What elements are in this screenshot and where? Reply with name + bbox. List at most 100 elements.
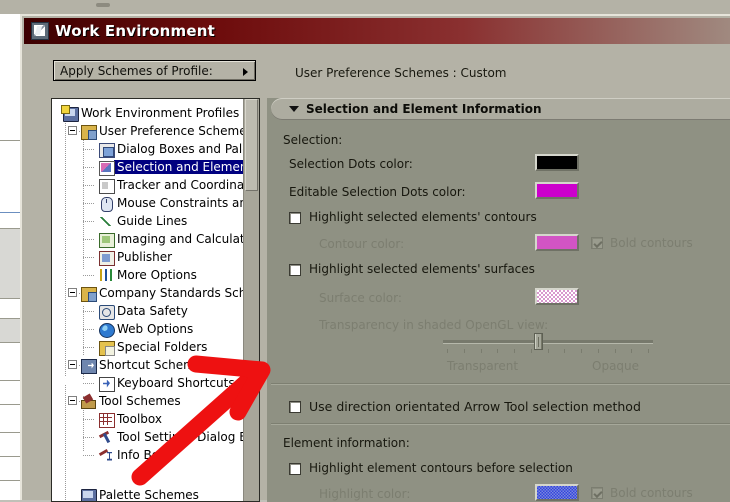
- tree-connector: [83, 203, 95, 204]
- keyboard-shortcuts-icon: [98, 376, 114, 391]
- tree-item-keyboard-shortcuts[interactable]: Keyboard Shortcuts: [98, 374, 235, 392]
- tree-connector: [83, 383, 95, 384]
- tree-item-tracker-and-coordinate-i[interactable]: Tracker and Coordinate I: [98, 176, 260, 194]
- checkbox-highlight-bold-contours[interactable]: [591, 487, 603, 499]
- tree-connector: [83, 329, 95, 330]
- swatch-highlight-color[interactable]: [535, 484, 579, 501]
- tree-item-label: Selection and Element In: [114, 160, 260, 174]
- label-highlight-bold-contours: Bold contours: [610, 486, 693, 500]
- section-body: Selection: Selection Dots color: Editabl…: [271, 123, 730, 502]
- swatch-contour-color[interactable]: [535, 234, 579, 251]
- tree-expander-minus-icon[interactable]: [68, 396, 77, 405]
- triangle-right-icon: [243, 68, 248, 76]
- label-editable-selection-dots-color: Editable Selection Dots color:: [289, 185, 466, 199]
- tree-item-label: Shortcut Schemes: [96, 358, 208, 372]
- tree-item-guide-lines[interactable]: Guide Lines: [98, 212, 187, 230]
- tree-item-more-options[interactable]: More Options: [98, 266, 197, 284]
- swatch-selection-dots-color[interactable]: [535, 154, 579, 171]
- tree-item-work-environment-profiles[interactable]: Work Environment Profiles: [62, 104, 239, 122]
- transparency-slider-thumb[interactable]: [534, 333, 543, 350]
- tree-connector: [65, 117, 66, 377]
- tree-item-label: Company Standards Scheme: [96, 286, 260, 300]
- tree-item-label: Tool Schemes: [96, 394, 181, 408]
- tree-connector: [65, 385, 66, 502]
- label-contour-color: Contour color:: [319, 237, 404, 251]
- tree-item-user-preference-schemes[interactable]: User Preference Schemes: [80, 122, 253, 140]
- checkbox-highlight-selected-contours[interactable]: [289, 212, 301, 224]
- guide-lines-icon: [98, 214, 114, 229]
- more-options-icon: [98, 268, 114, 283]
- tree-item-label: Keyboard Shortcuts: [114, 376, 235, 390]
- label-transparent: Transparent: [447, 359, 518, 373]
- tree-item-shortcut-schemes[interactable]: Shortcut Schemes: [80, 356, 208, 374]
- tree-item-label: Dialog Boxes and Palette: [114, 142, 260, 156]
- tree-item-web-options[interactable]: Web Options: [98, 320, 193, 338]
- checkbox-bold-contours[interactable]: [591, 237, 603, 249]
- group-label-element-information: Element information:: [283, 436, 410, 450]
- tree-item-publisher[interactable]: Publisher: [98, 248, 172, 266]
- label-opaque: Opaque: [592, 359, 639, 373]
- tree-connector: [83, 437, 95, 438]
- tree-item-label: Info Box: [114, 448, 166, 462]
- tree-expander-minus-icon[interactable]: [68, 360, 77, 369]
- tree-item-selection-and-element-in[interactable]: Selection and Element In: [98, 158, 260, 176]
- label-highlight-selected-surfaces: Highlight selected elements' surfaces: [309, 262, 535, 276]
- label-highlight-selected-contours: Highlight selected elements' contours: [309, 210, 537, 224]
- caret-down-icon[interactable]: [289, 106, 299, 112]
- tool-settings-icon: [98, 430, 114, 445]
- toolbox-icon: [98, 412, 114, 427]
- label-surface-color: Surface color:: [319, 291, 402, 305]
- dialog-boxes-icon: [98, 142, 114, 157]
- tree-expander-minus-icon[interactable]: [68, 126, 77, 135]
- tree-item-toolbox[interactable]: Toolbox: [98, 410, 162, 428]
- tree-item-info-box[interactable]: Info Box: [98, 446, 166, 464]
- slider-tick: [464, 349, 465, 353]
- divider: [271, 423, 730, 425]
- tree-item-label: Imaging and Calculation: [114, 232, 260, 246]
- tree-scrollbar-thumb[interactable]: [245, 99, 258, 191]
- tree-item-mouse-constraints-and-m[interactable]: Mouse Constraints and M: [98, 194, 260, 212]
- tree-item-tool-settings-dialog-box[interactable]: Tool Settings Dialog Box: [98, 428, 260, 446]
- slider-tick: [564, 349, 565, 353]
- tree-item-label: User Preference Schemes: [96, 124, 253, 138]
- checkbox-highlight-selected-surfaces[interactable]: [289, 264, 301, 276]
- tree-scrollbar[interactable]: [243, 99, 259, 501]
- scheme-tree[interactable]: Work Environment ProfilesUser Preference…: [52, 99, 244, 501]
- tree-connector: [83, 239, 95, 240]
- tree-item-data-safety[interactable]: Data Safety: [98, 302, 188, 320]
- tree-item-label: Data Safety: [114, 304, 188, 318]
- publisher-icon: [98, 250, 114, 265]
- tree-item-label: Special Folders: [114, 340, 207, 354]
- tree-item-dialog-boxes-and-palette[interactable]: Dialog Boxes and Palette: [98, 140, 260, 158]
- window-titlebar[interactable]: Work Environment: [24, 18, 730, 44]
- scheme-tree-panel: Work Environment Profiles User Preference…: [51, 98, 260, 502]
- checkbox-use-direction-orientated-arrow-tool[interactable]: [289, 401, 301, 413]
- tree-connector: [83, 126, 84, 269]
- swatch-surface-color[interactable]: [535, 288, 579, 305]
- tool-schemes-icon: [80, 394, 96, 409]
- tree-item-imaging-and-calculation[interactable]: Imaging and Calculation: [98, 230, 260, 248]
- special-folders-icon: [98, 340, 114, 355]
- apply-schemes-of-profile-dropdown[interactable]: Apply Schemes of Profile:: [53, 60, 256, 81]
- tree-item-special-folders[interactable]: Special Folders: [98, 338, 207, 356]
- folder-scheme-icon: [80, 286, 96, 301]
- folder-scheme-icon: [80, 124, 96, 139]
- section-header-selection-and-element-information[interactable]: Selection and Element Information: [271, 98, 730, 120]
- tree-item-label: Mouse Constraints and M: [114, 196, 260, 210]
- slider-tick: [581, 349, 582, 353]
- tree-connector: [83, 306, 84, 356]
- monitor-profiles-icon: [62, 106, 78, 121]
- desktop-top-strip: [0, 0, 730, 14]
- tree-item-company-standards-scheme[interactable]: Company Standards Scheme: [80, 284, 260, 302]
- slider-tick: [514, 349, 515, 353]
- swatch-editable-selection-dots-color[interactable]: [535, 182, 579, 199]
- tree-item-label: More Options: [114, 268, 197, 282]
- transparency-slider-track[interactable]: [443, 340, 653, 343]
- checkbox-highlight-element-contours-before-selection[interactable]: [289, 463, 301, 475]
- tree-item-label: Guide Lines: [114, 214, 187, 228]
- tree-connector: [83, 275, 95, 276]
- tree-expander-minus-icon[interactable]: [68, 288, 77, 297]
- tree-item-label: Tracker and Coordinate I: [114, 178, 260, 192]
- slider-tick: [548, 349, 549, 353]
- tree-item-tool-schemes[interactable]: Tool Schemes: [80, 392, 181, 410]
